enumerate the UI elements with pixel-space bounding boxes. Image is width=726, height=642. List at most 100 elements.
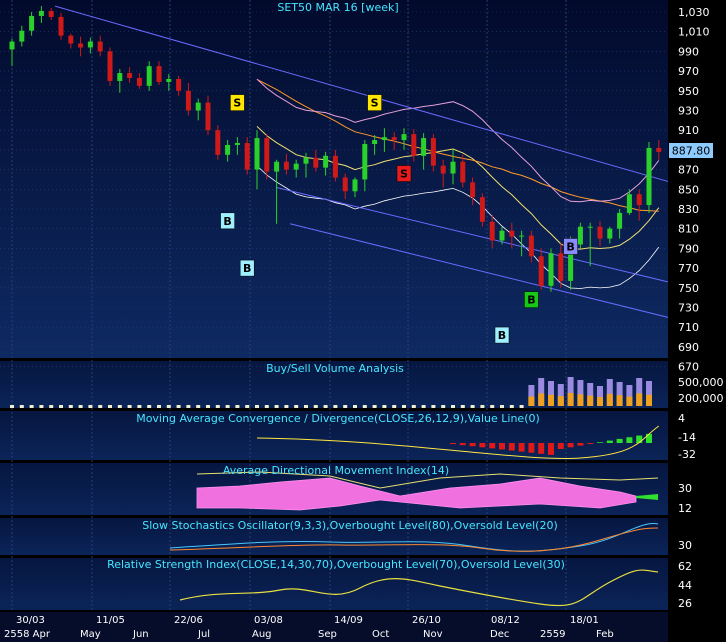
- candle-body: [283, 161, 289, 170]
- macd-histogram-bar: [597, 442, 603, 443]
- volume-bar: [117, 405, 122, 408]
- volume-bar: [382, 405, 387, 408]
- candle-body: [205, 102, 211, 131]
- buy-signal: B: [239, 259, 255, 277]
- candle: [646, 142, 652, 213]
- macd-title: Moving Average Convergence / Divergence(…: [136, 412, 540, 425]
- macd-histogram-bar: [538, 443, 545, 454]
- candle-body: [470, 182, 476, 198]
- volume-bar-sell: [597, 397, 603, 406]
- volume-bar: [343, 405, 348, 408]
- price-tick-label: 950: [678, 85, 699, 98]
- candle-body: [597, 226, 603, 239]
- candle-body: [352, 179, 358, 192]
- candle: [107, 47, 113, 86]
- volume-bar: [294, 405, 299, 408]
- volume-bar: [10, 405, 14, 408]
- signal-label: S: [400, 168, 408, 181]
- candle-body: [528, 235, 534, 257]
- volume-bar: [490, 405, 495, 408]
- volume-bar-sell: [616, 395, 623, 406]
- candle-body: [323, 155, 329, 168]
- price-tick-label: 930: [678, 105, 699, 118]
- volume-bar: [500, 405, 504, 408]
- macd-histogram-bar: [577, 443, 584, 446]
- time-label-month: Aug: [252, 629, 272, 640]
- price-tick-label: 770: [678, 262, 699, 275]
- candle-body: [558, 253, 564, 281]
- volume-bar-sell: [587, 395, 594, 406]
- price-tick-label: 810: [678, 223, 699, 236]
- macd-histogram-bar: [450, 443, 456, 445]
- volume-bar-sell: [548, 394, 554, 406]
- candle-body: [381, 137, 387, 141]
- macd-histogram-bar: [646, 433, 652, 443]
- candle-body: [421, 138, 427, 156]
- volume-bar: [470, 405, 475, 408]
- volume-bar: [98, 405, 103, 408]
- macd-histogram-bar: [606, 440, 613, 443]
- time-label-month: 2558 Apr: [4, 629, 51, 640]
- macd-histogram-bar: [499, 443, 505, 450]
- volume-bar-sell: [646, 394, 652, 406]
- candle-body: [656, 147, 662, 152]
- indicator-tick-label: 44: [678, 579, 692, 592]
- price-tick-label: 710: [678, 321, 699, 334]
- candle-body: [617, 212, 623, 229]
- candle-body: [332, 155, 338, 178]
- volume-bar: [29, 405, 34, 408]
- time-label-date: 11/05: [96, 615, 125, 626]
- candle-body: [440, 165, 446, 174]
- candle-body: [538, 256, 544, 286]
- volume-bar: [68, 405, 73, 408]
- candle-body: [234, 143, 240, 145]
- svg-text:887.80: 887.80: [672, 145, 711, 158]
- candle-body: [499, 230, 505, 241]
- volume-bar: [392, 405, 397, 408]
- candle-body: [264, 138, 270, 172]
- volume-bar: [421, 405, 426, 408]
- candle-body: [362, 143, 368, 180]
- macd-histogram-bar: [459, 443, 466, 446]
- volume-bar: [147, 405, 152, 408]
- volume-bar: [362, 405, 367, 408]
- time-label-date: 30/03: [16, 615, 45, 626]
- candle-body: [411, 134, 417, 156]
- price-tick-label: 990: [678, 45, 699, 58]
- macd-histogram-bar: [489, 443, 496, 449]
- stochastic-title: Slow Stochastics Oscillator(9,3,3),Overb…: [142, 519, 558, 532]
- time-label-month: 2559: [540, 629, 565, 640]
- signal-label: B: [223, 215, 231, 228]
- indicator-tick-label: 30: [678, 539, 692, 552]
- time-label-month: Dec: [490, 629, 509, 640]
- chart-title: SET50 MAR 16 [week]: [277, 1, 398, 14]
- volume-bar: [235, 405, 240, 408]
- volume-bar: [333, 405, 338, 408]
- candle-body: [303, 157, 309, 164]
- candle: [215, 125, 221, 160]
- volume-bar: [441, 405, 446, 408]
- volume-bar: [284, 405, 289, 408]
- volume-bar: [39, 405, 44, 408]
- candle-body: [117, 73, 123, 81]
- candle-body: [166, 78, 172, 82]
- price-tick-label: 870: [678, 164, 699, 177]
- price-tick-label: 910: [678, 124, 699, 137]
- indicator-tick-label: 62: [678, 560, 692, 573]
- volume-bar: [215, 405, 220, 408]
- candle-body: [156, 66, 162, 82]
- sell-signal: S: [396, 165, 412, 182]
- volume-bar: [411, 405, 416, 408]
- indicator-tick-label: 500,000: [678, 376, 724, 389]
- candle-body: [68, 35, 74, 44]
- time-label-date: 03/08: [254, 615, 283, 626]
- volume-bar: [323, 405, 328, 408]
- sell-signal: S: [367, 94, 382, 111]
- volume-bar-sell: [636, 393, 643, 406]
- candle-body: [87, 41, 93, 48]
- volume-bar: [304, 405, 308, 408]
- volume-bar: [480, 405, 485, 408]
- time-label-month: Jun: [132, 629, 149, 640]
- volume-bar: [264, 405, 269, 408]
- candle-body: [548, 253, 554, 286]
